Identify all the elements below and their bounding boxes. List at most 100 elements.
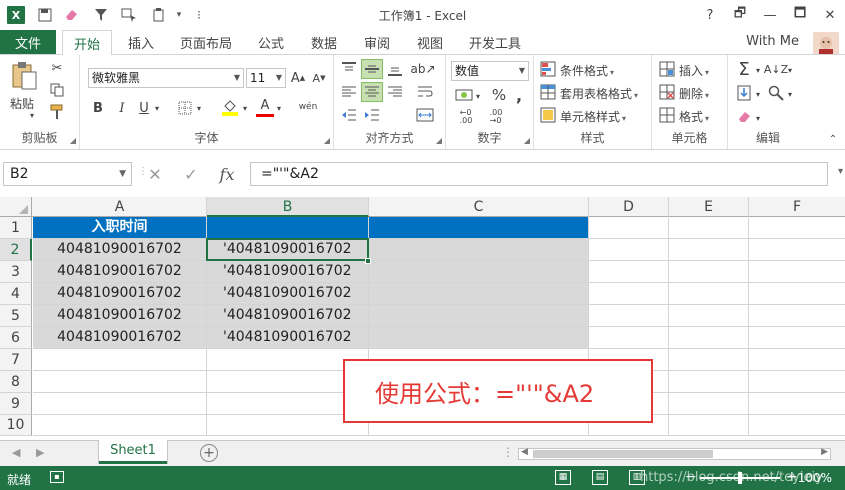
row-header-3[interactable]: 3 (0, 261, 32, 283)
chevron-down-icon[interactable]: ▾ (786, 61, 794, 79)
shrink-font-icon[interactable]: A ▼ (310, 68, 328, 88)
bottom-align-icon[interactable] (384, 59, 406, 79)
cut-icon[interactable]: ✂ (48, 59, 66, 77)
add-sheet-icon[interactable]: + (200, 444, 218, 462)
cell-f10[interactable] (749, 415, 845, 436)
autosum-icon[interactable]: Σ (734, 59, 754, 80)
cell-c3[interactable] (369, 261, 589, 283)
align-right-icon[interactable] (384, 82, 406, 102)
normal-view-icon[interactable]: ▦ (555, 470, 571, 485)
row-header-5[interactable]: 5 (0, 305, 32, 327)
tab-insert[interactable]: 插入 (128, 30, 154, 54)
cell-f4[interactable] (749, 283, 845, 305)
underline-icon[interactable]: U (136, 99, 152, 117)
delete-cells-icon[interactable] (659, 84, 675, 100)
format-cells-button[interactable]: 格式 ▾ (679, 108, 709, 125)
qa-dropdown-icon[interactable]: ▾ (170, 6, 188, 24)
cell-f7[interactable] (749, 349, 845, 371)
row-header-10[interactable]: 10 (0, 415, 32, 436)
prev-sheet-icon[interactable]: ◀ (12, 446, 20, 459)
cell-f9[interactable] (749, 393, 845, 415)
cell-d1[interactable] (589, 217, 669, 239)
insert-function-icon[interactable]: fx (212, 163, 242, 185)
align-center-icon[interactable] (361, 82, 383, 102)
font-size-combo[interactable]: 11 ▼ (246, 68, 286, 88)
column-header-f[interactable]: F (749, 197, 845, 217)
cell-f6[interactable] (749, 327, 845, 349)
cell-styles-button[interactable]: 单元格样式 ▾ (560, 108, 626, 125)
cell-a5[interactable]: 40481090016702 (33, 305, 207, 327)
chevron-down-icon[interactable]: ▾ (194, 99, 204, 117)
cell-f5[interactable] (749, 305, 845, 327)
cell-a3[interactable]: 40481090016702 (33, 261, 207, 283)
help-icon[interactable]: ? (695, 0, 725, 30)
maximize-icon[interactable]: 🗖 (785, 0, 815, 30)
chevron-down-icon[interactable]: ▾ (754, 61, 762, 79)
cell-c5[interactable] (369, 305, 589, 327)
italic-icon[interactable]: I (114, 99, 130, 117)
cell-b1[interactable] (207, 217, 369, 239)
save-icon[interactable] (36, 6, 54, 24)
user-name[interactable]: With Me (746, 34, 799, 49)
column-header-c[interactable]: C (369, 197, 589, 217)
grow-font-icon[interactable]: A ▲ (289, 68, 307, 88)
enter-icon[interactable]: ✓ (176, 163, 206, 185)
cell-e4[interactable] (669, 283, 749, 305)
minimize-icon[interactable]: — (755, 0, 785, 30)
cell-a4[interactable]: 40481090016702 (33, 283, 207, 305)
row-header-2[interactable]: 2 (0, 239, 32, 261)
excel-logo-icon[interactable]: X (7, 6, 25, 24)
top-align-icon[interactable] (338, 59, 360, 79)
clear-icon[interactable] (62, 6, 80, 24)
formula-input[interactable]: ="'"&A2 (250, 162, 828, 186)
cell-e9[interactable] (669, 393, 749, 415)
format-as-table-icon[interactable] (540, 84, 556, 100)
scroll-thumb[interactable] (533, 450, 713, 458)
scroll-left-icon[interactable]: ◀ (521, 447, 528, 457)
zoom-out-icon[interactable]: − (685, 469, 697, 485)
align-left-icon[interactable] (338, 82, 360, 102)
tab-page-layout[interactable]: 页面布局 (180, 30, 232, 54)
cell-b5[interactable]: '40481090016702 (207, 305, 369, 327)
number-launcher-icon[interactable]: ◢ (524, 136, 530, 145)
font-launcher-icon[interactable]: ◢ (324, 136, 330, 145)
cell-d6[interactable] (589, 327, 669, 349)
chevron-down-icon[interactable]: ▾ (786, 85, 794, 103)
accounting-format-icon[interactable] (452, 85, 476, 105)
borders-icon[interactable] (176, 99, 194, 117)
paste-values-icon[interactable] (150, 6, 168, 24)
zoom-in-icon[interactable]: + (786, 469, 798, 485)
chevron-down-icon[interactable]: ▾ (754, 109, 762, 127)
cell-a2[interactable]: 40481090016702 (33, 239, 207, 261)
shape-icon[interactable] (120, 6, 138, 24)
horizontal-scrollbar[interactable]: ◀ ▶ (518, 447, 831, 460)
paste-button[interactable]: 粘贴 (10, 95, 34, 112)
cell-a1[interactable]: 入职时间 (33, 217, 207, 239)
cell-c4[interactable] (369, 283, 589, 305)
cell-e7[interactable] (669, 349, 749, 371)
tab-file[interactable]: 文件 (0, 30, 56, 54)
tab-home[interactable]: 开始 (62, 30, 112, 55)
format-as-table-button[interactable]: 套用表格格式 ▾ (560, 85, 638, 102)
name-box[interactable]: B2 ▼ (3, 162, 132, 186)
cell-b3[interactable]: '40481090016702 (207, 261, 369, 283)
row-header-9[interactable]: 9 (0, 393, 32, 415)
cell-d4[interactable] (589, 283, 669, 305)
cell-e8[interactable] (669, 371, 749, 393)
decrease-decimal-icon[interactable]: .00 →0 (484, 107, 508, 127)
clipboard-launcher-icon[interactable]: ◢ (70, 136, 76, 145)
tab-developer[interactable]: 开发工具 (469, 30, 521, 54)
ribbon-display-icon[interactable]: 🗗 (725, 0, 755, 30)
number-format-combo[interactable]: 数值 ▼ (451, 61, 529, 81)
fill-color-icon[interactable] (220, 97, 240, 117)
scroll-right-icon[interactable]: ▶ (821, 447, 828, 457)
tab-data[interactable]: 数据 (311, 30, 337, 54)
cell-b4[interactable]: '40481090016702 (207, 283, 369, 305)
copy-icon[interactable] (48, 81, 66, 99)
close-icon[interactable]: ✕ (815, 0, 845, 30)
format-painter-icon[interactable] (48, 103, 66, 121)
chevron-down-icon[interactable]: ▼ (234, 69, 240, 87)
sort-filter-icon[interactable]: A↓Z (764, 59, 788, 79)
clear-icon[interactable] (734, 107, 754, 127)
wrap-text-icon[interactable] (414, 82, 436, 102)
